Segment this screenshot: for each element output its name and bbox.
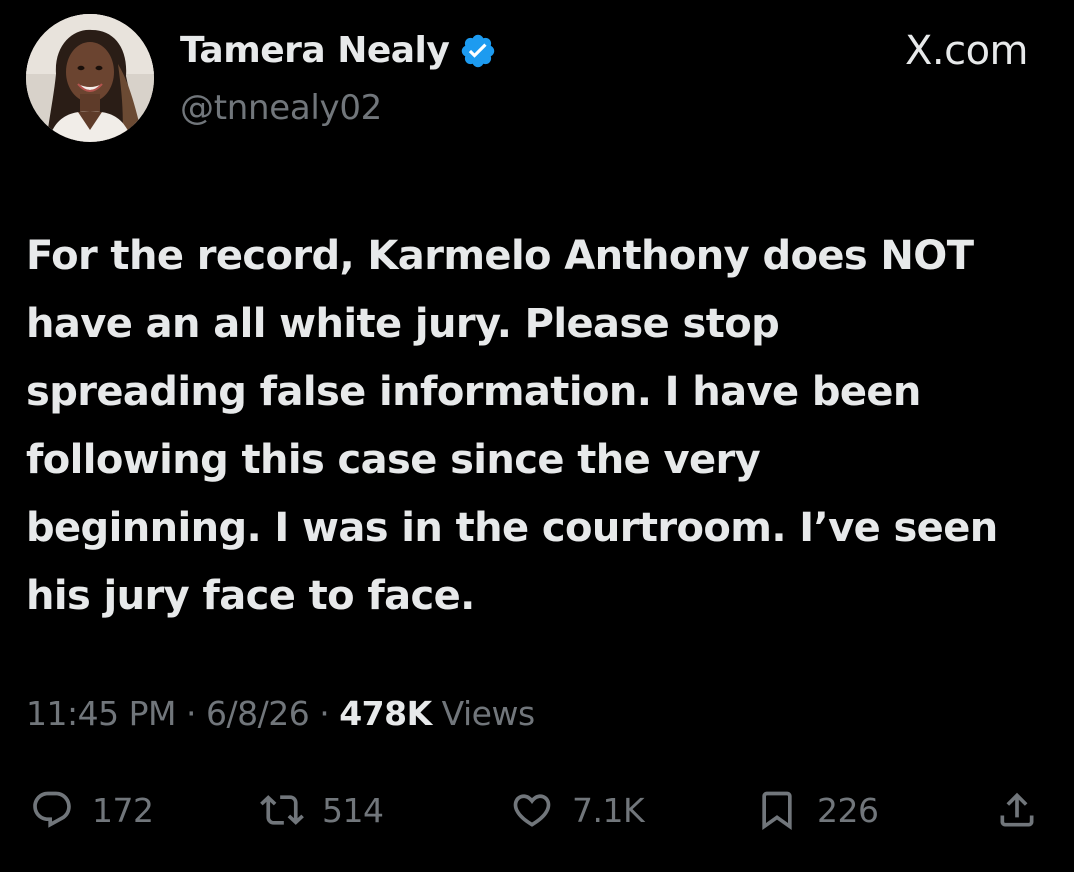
brand-text: X.com — [904, 28, 1029, 74]
reply-button[interactable]: 172 — [30, 778, 154, 842]
share-button[interactable] — [995, 778, 1039, 842]
meta-separator: · — [185, 694, 197, 733]
verified-badge-icon — [459, 32, 497, 70]
retweet-icon — [260, 788, 304, 832]
share-icon — [995, 788, 1039, 832]
tweet-text: For the record, Karmelo Anthony does NOT… — [26, 233, 998, 619]
like-count: 7.1K — [572, 790, 645, 830]
user-name-row: Tamera Nealy — [180, 30, 497, 71]
meta-separator: · — [319, 694, 330, 733]
action-bar: 172 514 7.1K 226 — [30, 778, 1055, 842]
user-handle[interactable]: @tnnealy02 — [180, 88, 382, 128]
bookmark-icon — [755, 788, 799, 832]
retweet-count: 514 — [322, 790, 384, 830]
retweet-button[interactable]: 514 — [260, 778, 384, 842]
reply-count: 172 — [92, 790, 154, 830]
tweet-date[interactable]: 6/8/26 — [206, 694, 310, 733]
profile-photo — [26, 14, 154, 142]
views-count: 478K — [339, 694, 432, 733]
avatar[interactable] — [26, 14, 154, 142]
heart-icon — [510, 788, 554, 832]
reply-icon — [30, 788, 74, 832]
display-name[interactable]: Tamera Nealy — [180, 30, 450, 71]
tweet-time[interactable]: 11:45 PM — [26, 694, 176, 733]
bookmark-count: 226 — [817, 790, 879, 830]
bookmark-button[interactable]: 226 — [755, 778, 879, 842]
tweet-meta: 11:45 PM · 6/8/26 · 478K Views — [26, 694, 535, 733]
brand-logo: X.com — [904, 28, 1029, 74]
like-button[interactable]: 7.1K — [510, 778, 645, 842]
views-label: Views — [441, 694, 536, 733]
